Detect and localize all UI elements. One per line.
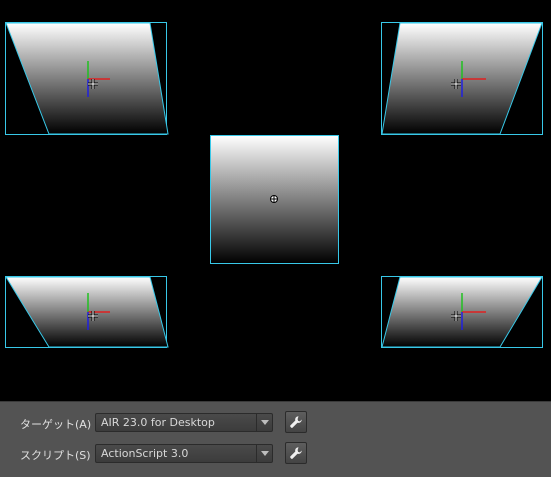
stage-canvas[interactable] [0,0,551,401]
script-value: ActionScript 3.0 [101,447,189,460]
script-settings-button[interactable] [285,442,307,464]
gradient-shape[interactable] [5,276,169,348]
gradient-shape[interactable] [5,22,169,135]
target-label: ターゲット(A) : [20,418,99,431]
properties-panel: ターゲット(A) : AIR 23.0 for Desktop スクリプト(S)… [0,401,551,477]
skewed-symbol-top-right[interactable] [381,22,543,135]
skewed-symbol-top-left[interactable] [5,22,169,135]
chevron-down-icon[interactable] [256,445,272,462]
skewed-symbol-bottom-left[interactable] [5,276,169,348]
script-row: スクリプト(S) : ActionScript 3.0 [0,442,551,466]
registration-point-icon [270,195,278,203]
script-label: スクリプト(S) : [20,449,98,462]
target-value: AIR 23.0 for Desktop [101,416,215,429]
wrench-icon [290,416,302,428]
square-symbol-center[interactable] [210,135,339,264]
script-dropdown[interactable]: ActionScript 3.0 [95,444,273,463]
target-settings-button[interactable] [285,411,307,433]
target-dropdown[interactable]: AIR 23.0 for Desktop [95,413,273,432]
chevron-down-icon[interactable] [256,414,272,431]
skewed-symbol-bottom-right[interactable] [381,276,543,348]
target-row: ターゲット(A) : AIR 23.0 for Desktop [0,411,551,435]
stage-artwork[interactable] [0,0,551,401]
wrench-icon [290,447,302,459]
